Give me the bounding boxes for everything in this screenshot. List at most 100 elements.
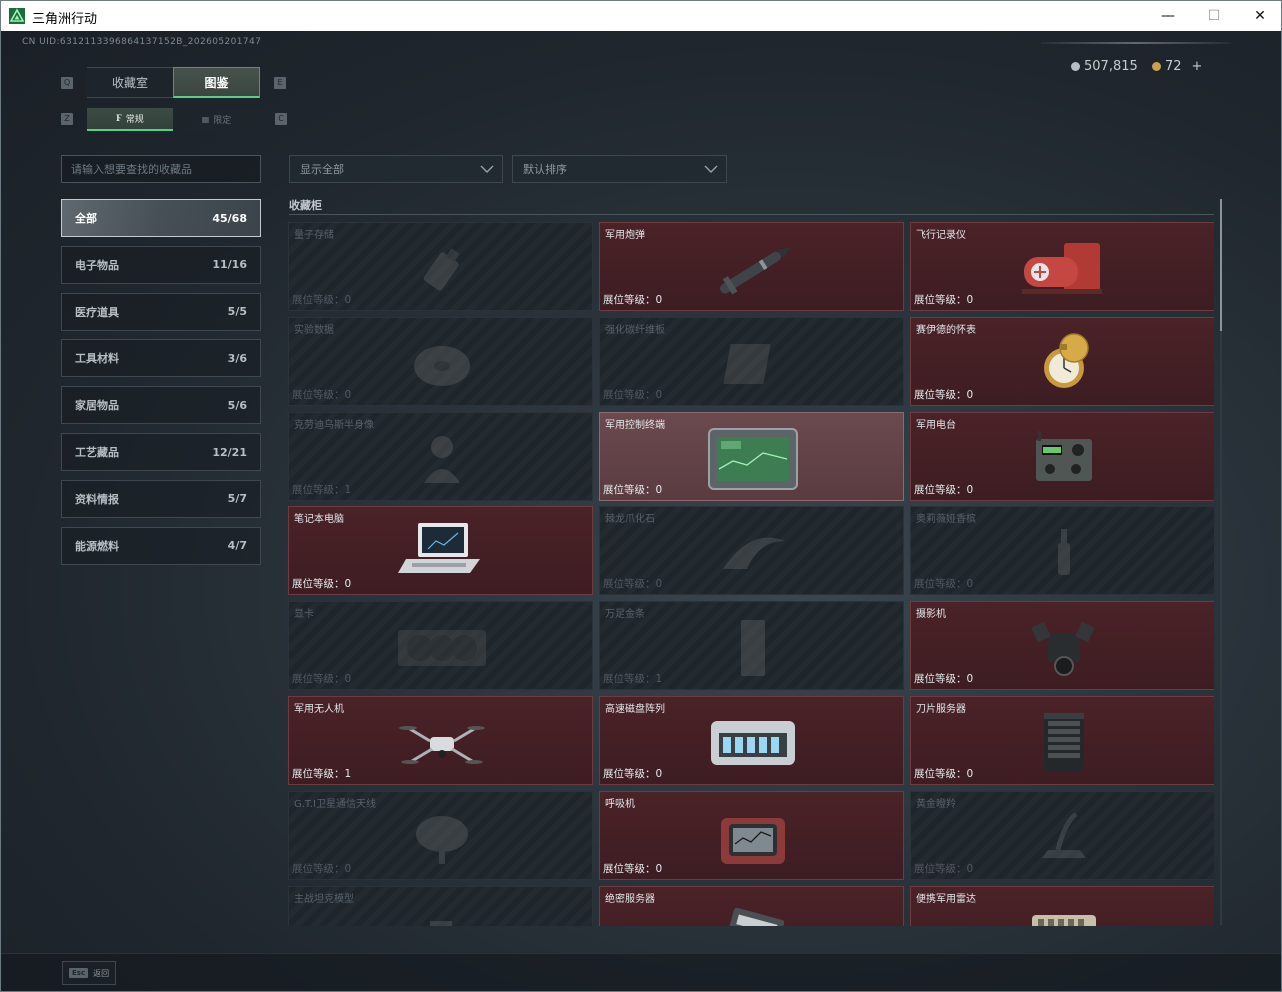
level-value: 1 [344,483,352,496]
category-item[interactable]: 能源燃料 4/7 [61,526,261,565]
app-logo-icon [9,8,25,24]
subtab-limited[interactable]: ▦ 限定 [173,108,260,131]
level-value: 0 [344,673,352,686]
collection-card[interactable]: 实验数据 展位等级：0 [288,316,593,406]
collection-card[interactable]: 强化碳纤维板 展位等级：0 [599,316,904,406]
category-count: 4/7 [227,539,247,553]
carbon-plate-icon [723,343,771,384]
category-item[interactable]: 电子物品 11/16 [61,245,261,284]
category-label: 医疗道具 [75,305,119,319]
collection-card[interactable]: 棘龙爪化石 展位等级：0 [599,506,904,596]
blade-server-icon [1044,713,1084,771]
back-button[interactable]: Esc 返回 [62,961,116,985]
category-item[interactable]: 工艺藏品 12/21 [61,433,261,471]
item-name: 飞行记录仪 [916,230,966,241]
collection-card[interactable]: 绝密服务器 [599,885,904,926]
category-item[interactable]: 工具材料 3/6 [61,339,261,378]
footer-bar [1,953,1281,991]
item-level: 展位等级：0 [914,387,973,402]
category-count: 5/6 [227,398,247,412]
subtab-regular[interactable]: 𝟊 常规 [87,108,173,131]
item-level: 展位等级：1 [292,482,351,497]
item-level: 展位等级：0 [292,861,351,876]
scrollbar-thumb[interactable] [1220,199,1222,331]
maximize-button[interactable]: ☐ [1191,1,1237,31]
level-prefix: 展位等级： [914,673,967,686]
collection-card[interactable]: 刀片服务器 展位等级：0 [910,696,1214,785]
collection-grid: 量子存储 展位等级：0 军用炮弹 展位等级：0 飞行记录仪 展位等级：0 实验数据 展位等级：… [288,222,1214,926]
champagne-bottle-icon [1058,529,1070,576]
collection-card[interactable]: 奥莉薇娅香槟 展位等级：0 [910,506,1214,596]
level-value: 0 [966,578,974,591]
tab-prev-key: Q [61,77,73,89]
category-label: 工艺藏品 [75,446,119,459]
tank-model-icon [430,920,452,926]
back-label: 返回 [93,968,110,978]
category-item[interactable]: 资料情报 5/7 [61,479,261,518]
level-value: 0 [966,673,974,686]
gold-currency: 72 + [1152,59,1202,74]
collection-card[interactable]: 摄影机展位等级：0 [910,601,1214,691]
category-item[interactable]: 全部 45/68 [61,199,261,237]
show-filter-dropdown[interactable]: 显示全部 [289,155,503,183]
collection-card[interactable]: G.T.I卫星通信天线 展位等级：0 [288,790,593,880]
collection-card[interactable]: 飞行记录仪展位等级：0 [910,222,1214,311]
collection-card[interactable]: 高速磁盘阵列 展位等级：0 [599,696,904,785]
collection-card[interactable]: 黄金瞪羚 展位等级：0 [910,790,1214,880]
military-radio-icon [1036,430,1092,481]
missile-icon [720,247,791,295]
collection-card[interactable]: 克劳迪乌斯半身像 展位等级：1 [288,411,593,501]
collection-card[interactable]: 万足金条 展位等级：1 [599,601,904,691]
item-name: 绝密服务器 [605,893,655,905]
item-level: 展位等级：0 [292,292,351,307]
level-value: 0 [655,768,663,780]
category-label: 全部 [75,212,97,225]
collection-card[interactable]: 军用控制终端 展位等级：0 [599,411,904,501]
collection-card[interactable]: 笔记本电脑 展位等级：0 [288,506,593,596]
level-value: 0 [655,388,663,401]
collection-card[interactable]: 呼吸机 展位等级：0 [599,790,904,880]
item-name: 强化碳纤维板 [605,324,665,336]
collection-card[interactable]: 便携军用雷达 [910,885,1214,926]
level-value: 0 [344,578,352,591]
item-name: 摄影机 [916,609,946,621]
collection-card[interactable]: 军用无人机 展位等级：1 [288,696,593,785]
item-level: 展位等级：0 [603,292,662,307]
tab-next-key: E [274,77,286,89]
category-count: 11/16 [212,258,247,272]
category-item[interactable]: 医疗道具 5/5 [61,292,261,331]
collection-card[interactable]: 赛伊德的怀表 展位等级：0 [910,316,1214,406]
collection-card[interactable]: 军用电台 展位等级：0 [910,411,1214,501]
sort-dropdown[interactable]: 默认排序 [512,155,727,183]
item-level: 展位等级：0 [914,292,973,307]
silver-amount: 507,815 [1084,59,1138,74]
category-label: 能源燃料 [75,539,119,553]
item-name: 军用控制终端 [605,419,665,431]
collection-card[interactable]: 量子存储 展位等级：0 [288,222,593,311]
gold-coin-icon [1152,62,1161,71]
close-button[interactable]: ✕ [1237,1,1281,31]
category-item[interactable]: 家居物品 5/6 [61,386,261,425]
collection-card[interactable]: 显卡 展位等级：0 [288,601,593,691]
level-value: 0 [966,862,974,875]
subtab-limited-label: 限定 [213,116,232,126]
collection-card[interactable]: 主战坦克模型 [288,885,593,926]
minimize-button[interactable]: — [1145,1,1191,31]
data-disc-icon [414,345,470,386]
ventilator-icon [721,817,785,864]
level-prefix: 展位等级： [292,388,345,401]
subtab-prev-key: Z [61,113,73,125]
flight-recorder-icon [1022,243,1102,294]
item-name: 棘龙爪化石 [605,514,655,526]
level-prefix: 展位等级： [603,388,656,401]
add-currency-button[interactable]: + [1192,59,1203,74]
search-input[interactable] [61,155,261,183]
item-name: 赛伊德的怀表 [916,324,976,336]
item-name: 实验数据 [294,324,334,336]
item-level: 展位等级：0 [603,387,662,402]
tab-collection-room[interactable]: 收藏室 [87,67,173,98]
collection-card[interactable]: 军用炮弹 展位等级：0 [599,222,904,311]
tab-codex[interactable]: 图鉴 [173,67,260,98]
title-bar: 三角洲行动 — ☐ ✕ [1,1,1281,31]
sort-value: 默认排序 [523,163,567,176]
